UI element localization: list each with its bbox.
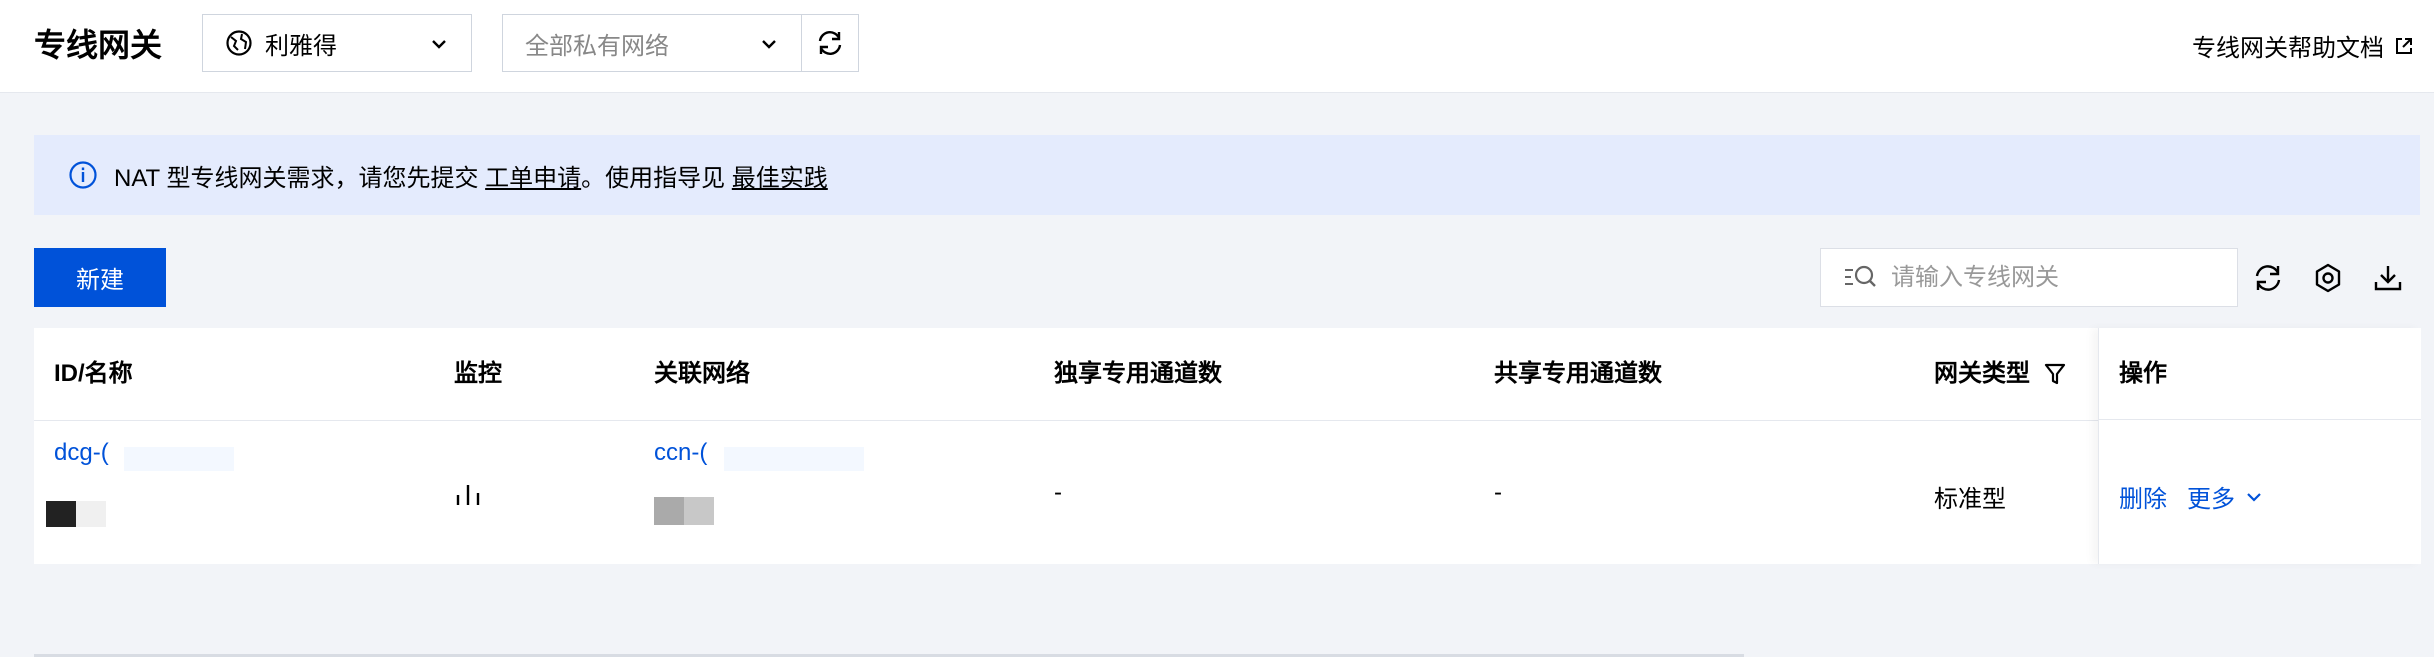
region-select-value: 利雅得 [265, 32, 337, 60]
settings-icon[interactable] [2312, 262, 2344, 294]
best-practice-link[interactable]: 最佳实践 [732, 158, 828, 193]
page-title: 专线网关 [34, 27, 163, 63]
column-network: 关联网络 [654, 360, 750, 387]
exclusive-channel-count: - [1054, 479, 1062, 506]
region-select[interactable]: 利雅得 [202, 14, 472, 72]
network-id-link[interactable]: ccn-( [654, 439, 707, 467]
column-gateway-type: 网关类型 [1934, 360, 2030, 387]
more-dropdown[interactable]: 更多 [2187, 479, 2263, 514]
more-label: 更多 [2187, 486, 2235, 513]
help-doc-label: 专线网关帮助文档 [2192, 35, 2384, 62]
top-bar: 专线网关 利雅得 全部私有网络 专线网关帮助文档 [0, 0, 2434, 93]
refresh-icon [818, 31, 842, 55]
column-id-name: ID/名称 [54, 360, 133, 387]
delete-link[interactable]: 删除 [2119, 479, 2167, 514]
operations-column: 操作 删除 更多 [2098, 328, 2421, 564]
header-divider [2099, 419, 2421, 420]
vpc-select[interactable]: 全部私有网络 [502, 14, 802, 72]
search-icon [1845, 265, 1876, 287]
new-gateway-button[interactable]: 新建 [34, 248, 166, 307]
redacted-name [76, 501, 106, 527]
search-input[interactable] [1889, 262, 2213, 293]
chevron-down-icon [762, 40, 776, 49]
table-row: dcg-( ccn-( - - 标准型 [34, 421, 2420, 657]
gateway-table: ID/名称 监控 关联网络 独享专用通道数 共享专用通道数 网关类型 dcg-(… [34, 328, 2421, 657]
shared-channel-count: - [1494, 479, 1502, 506]
vpc-select-placeholder: 全部私有网络 [525, 32, 669, 60]
search-box[interactable] [1820, 248, 2238, 307]
globe-icon [226, 30, 252, 56]
external-link-icon [2396, 37, 2412, 54]
redacted-network-name [684, 497, 714, 525]
help-doc-link[interactable]: 专线网关帮助文档 [2192, 28, 2414, 63]
refresh-vpc-button[interactable] [801, 14, 859, 72]
monitor-chart-icon[interactable] [454, 481, 484, 507]
column-shared-channels: 共享专用通道数 [1494, 360, 1662, 387]
chevron-down-icon [432, 40, 446, 49]
redacted-name [46, 501, 76, 527]
notice-text-middle: 。使用指导见 [581, 164, 732, 192]
redacted-network [724, 447, 864, 471]
column-exclusive-channels: 独享专用通道数 [1054, 360, 1222, 387]
redacted-network-name [654, 497, 684, 525]
refresh-icon[interactable] [2252, 262, 2284, 294]
filter-icon[interactable] [2044, 362, 2066, 386]
column-operations: 操作 [2119, 360, 2167, 387]
notice-banner: NAT 型专线网关需求，请您先提交 工单申请 。使用指导见 最佳实践 [34, 135, 2420, 215]
column-monitor: 监控 [454, 360, 502, 387]
info-icon [69, 161, 97, 189]
ticket-link[interactable]: 工单申请 [485, 158, 581, 193]
download-icon[interactable] [2372, 262, 2404, 294]
gateway-id-link[interactable]: dcg-( [54, 439, 109, 467]
gateway-type: 标准型 [1934, 486, 2006, 513]
table-header: ID/名称 监控 关联网络 独享专用通道数 共享专用通道数 网关类型 [34, 328, 2420, 421]
notice-text: NAT 型专线网关需求，请您先提交 [114, 164, 486, 192]
chevron-down-icon [2247, 492, 2261, 502]
redacted-id [124, 447, 234, 471]
